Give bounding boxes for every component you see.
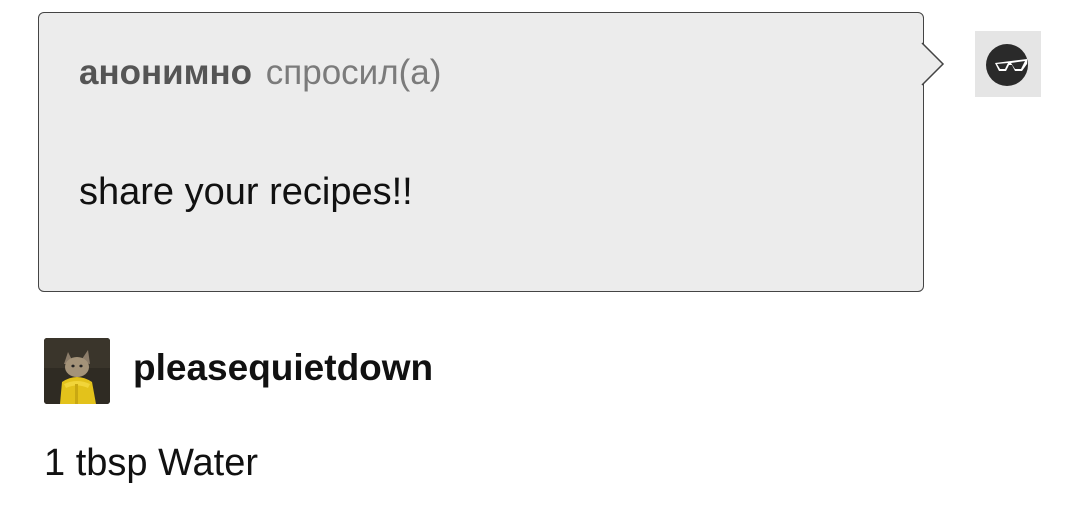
sunglasses-face-icon: [986, 44, 1028, 86]
username-link[interactable]: pleasequietdown: [133, 345, 433, 391]
question-text: share your recipes!!: [79, 171, 413, 213]
anonymous-avatar[interactable]: [975, 31, 1041, 97]
answer-text: 1 tbsp Water: [44, 442, 259, 484]
ask-header: анонимно спросил(а): [79, 53, 441, 93]
post: анонимно спросил(а) share your recipes!!: [0, 0, 1080, 511]
asked-verb: спросил(а): [265, 53, 442, 92]
ask-bubble: анонимно спросил(а) share your recipes!!: [38, 12, 924, 292]
asker-name[interactable]: анонимно: [79, 53, 252, 92]
cat-in-raincoat-avatar: [44, 338, 110, 404]
user-avatar[interactable]: [44, 338, 110, 404]
bubble-pointer: [921, 42, 945, 86]
